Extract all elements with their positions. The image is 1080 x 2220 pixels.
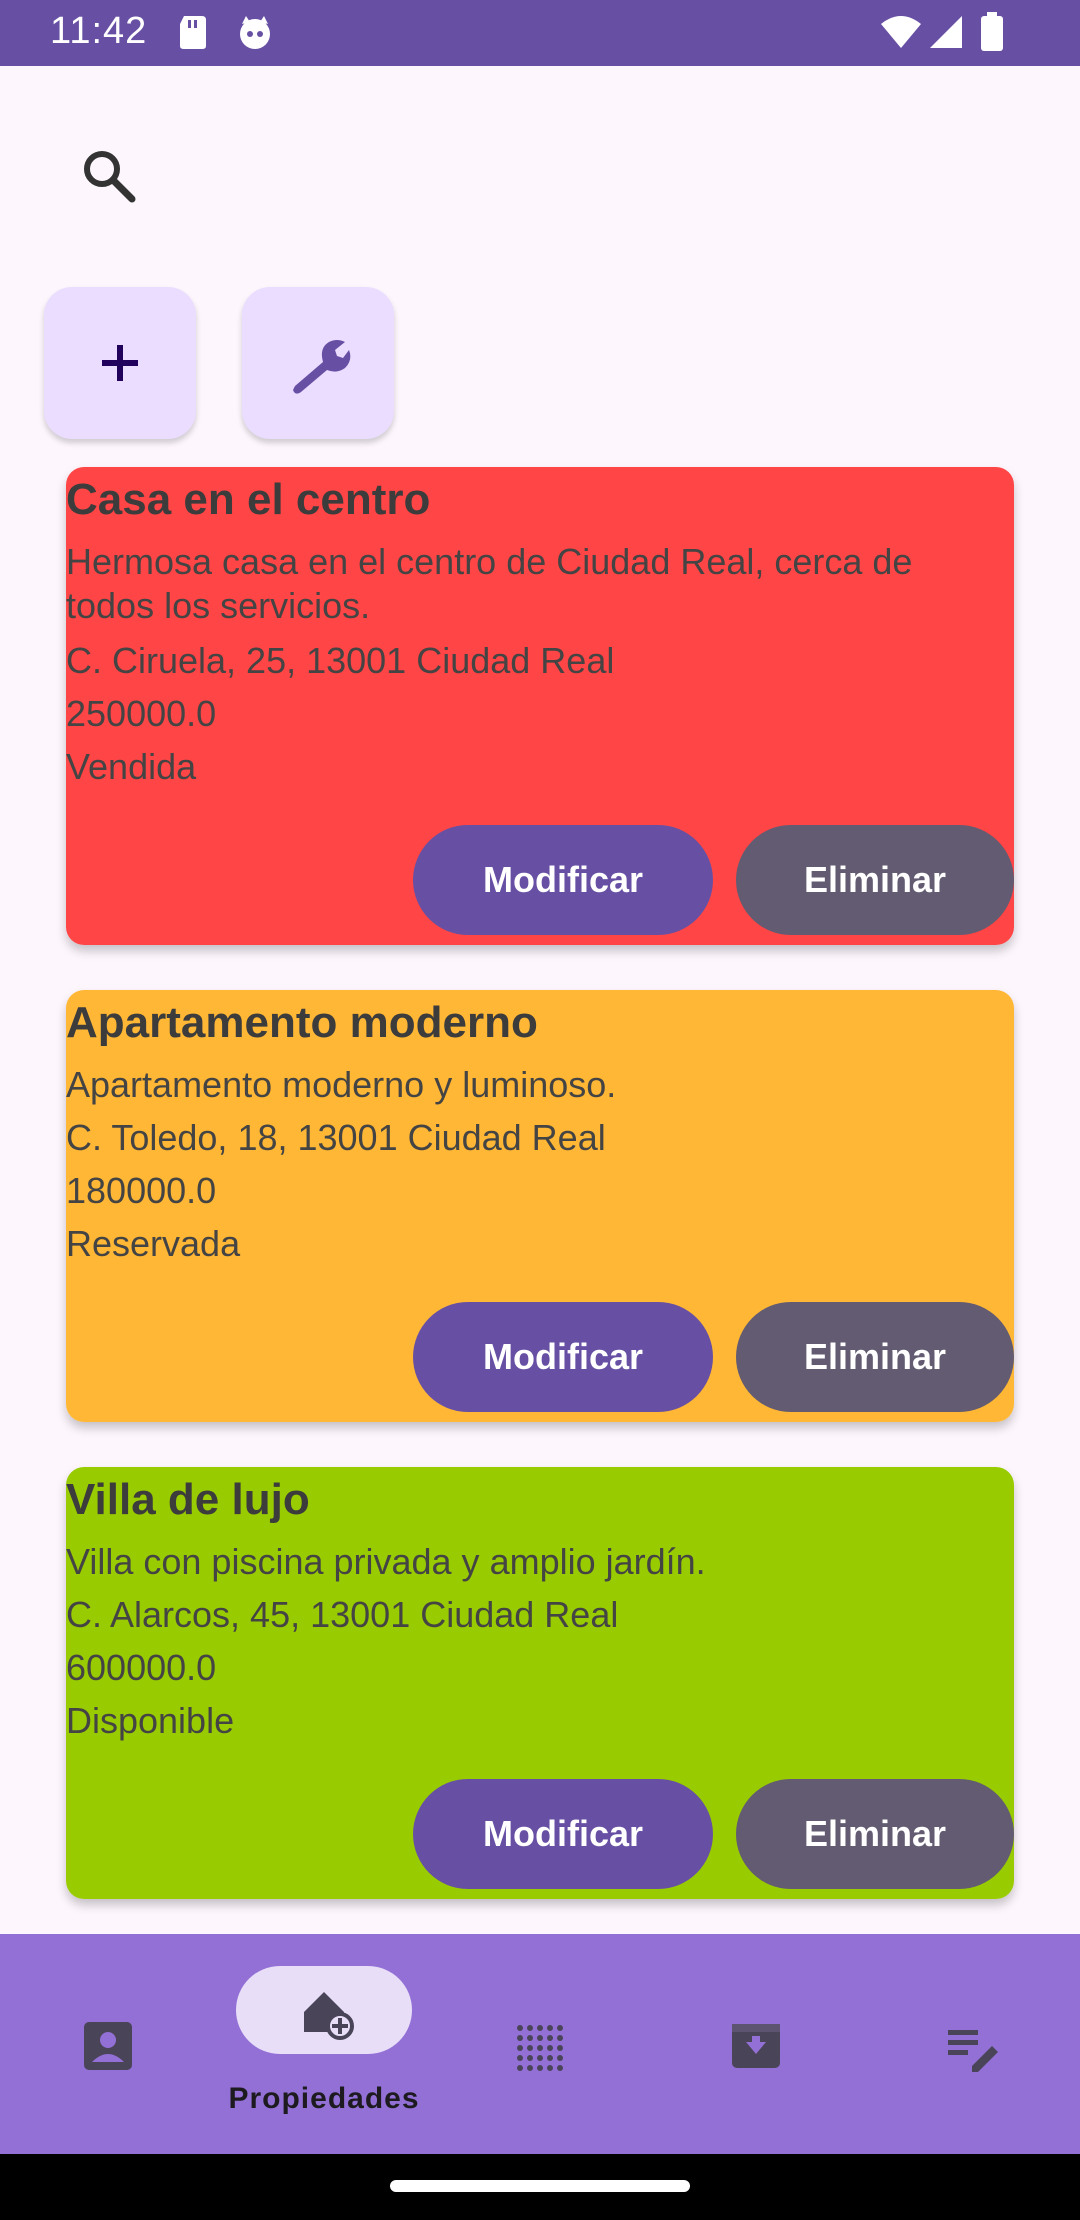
modify-button[interactable]: Modificar bbox=[413, 1779, 713, 1889]
sd-card-icon bbox=[180, 16, 206, 49]
nav-label-properties: Propiedades bbox=[228, 2082, 420, 2115]
delete-button[interactable]: Eliminar bbox=[736, 825, 1014, 935]
wifi-icon bbox=[881, 16, 921, 48]
property-address: C. Toledo, 18, 13001 Ciudad Real bbox=[66, 1117, 606, 1158]
status-time: 11:42 bbox=[50, 10, 148, 52]
property-address: C. Alarcos, 45, 13001 Ciudad Real bbox=[66, 1594, 619, 1635]
dots-grid-icon bbox=[517, 2025, 563, 2071]
property-price: 250000.0 bbox=[66, 693, 217, 734]
nav-item-properties[interactable] bbox=[216, 1934, 432, 2154]
property-status: Reservada bbox=[66, 1223, 241, 1264]
wrench-icon bbox=[293, 340, 351, 394]
search-button[interactable] bbox=[78, 145, 138, 205]
android-cat-icon bbox=[240, 16, 270, 49]
modify-button[interactable]: Modificar bbox=[413, 825, 713, 935]
settings-tool-button[interactable] bbox=[242, 287, 394, 439]
search-icon bbox=[84, 151, 136, 203]
battery-icon bbox=[981, 12, 1003, 51]
nav-item-grid[interactable] bbox=[432, 1934, 648, 2154]
bottom-navigation: Propiedades bbox=[0, 1934, 1080, 2154]
nav-item-notes[interactable] bbox=[864, 1934, 1080, 2154]
add-property-button[interactable] bbox=[44, 287, 196, 439]
archive-download-icon bbox=[732, 2024, 780, 2068]
property-title: Villa de lujo bbox=[66, 1475, 310, 1524]
nav-item-archive[interactable] bbox=[648, 1934, 864, 2154]
property-card: Apartamento moderno Apartamento moderno … bbox=[66, 990, 1014, 1422]
plus-icon bbox=[102, 345, 138, 381]
property-description: Apartamento moderno y luminoso. bbox=[66, 1064, 617, 1105]
property-description: Hermosa casa en el centro de Ciudad Real… bbox=[66, 541, 913, 626]
property-card: Villa de lujo Villa con piscina privada … bbox=[66, 1467, 1014, 1899]
edit-list-icon bbox=[948, 2030, 998, 2072]
home-add-icon bbox=[304, 1992, 354, 2040]
property-description: Villa con piscina privada y amplio jardí… bbox=[66, 1541, 706, 1582]
property-title: Casa en el centro bbox=[66, 475, 431, 524]
property-price: 180000.0 bbox=[66, 1170, 217, 1211]
property-status: Vendida bbox=[66, 746, 197, 787]
property-title: Apartamento moderno bbox=[66, 998, 538, 1047]
signal-icon bbox=[930, 16, 962, 48]
status-bar: 11:42 bbox=[0, 0, 1080, 66]
modify-button[interactable]: Modificar bbox=[413, 1302, 713, 1412]
property-price: 600000.0 bbox=[66, 1647, 217, 1688]
nav-item-contacts[interactable] bbox=[0, 1934, 216, 2154]
property-address: C. Ciruela, 25, 13001 Ciudad Real bbox=[66, 640, 615, 681]
gesture-handle[interactable] bbox=[390, 2180, 690, 2192]
contact-icon bbox=[84, 2022, 132, 2070]
property-card: Casa en el centro Hermosa casa en el cen… bbox=[66, 467, 1014, 945]
delete-button[interactable]: Eliminar bbox=[736, 1302, 1014, 1412]
property-status: Disponible bbox=[66, 1700, 235, 1741]
delete-button[interactable]: Eliminar bbox=[736, 1779, 1014, 1889]
